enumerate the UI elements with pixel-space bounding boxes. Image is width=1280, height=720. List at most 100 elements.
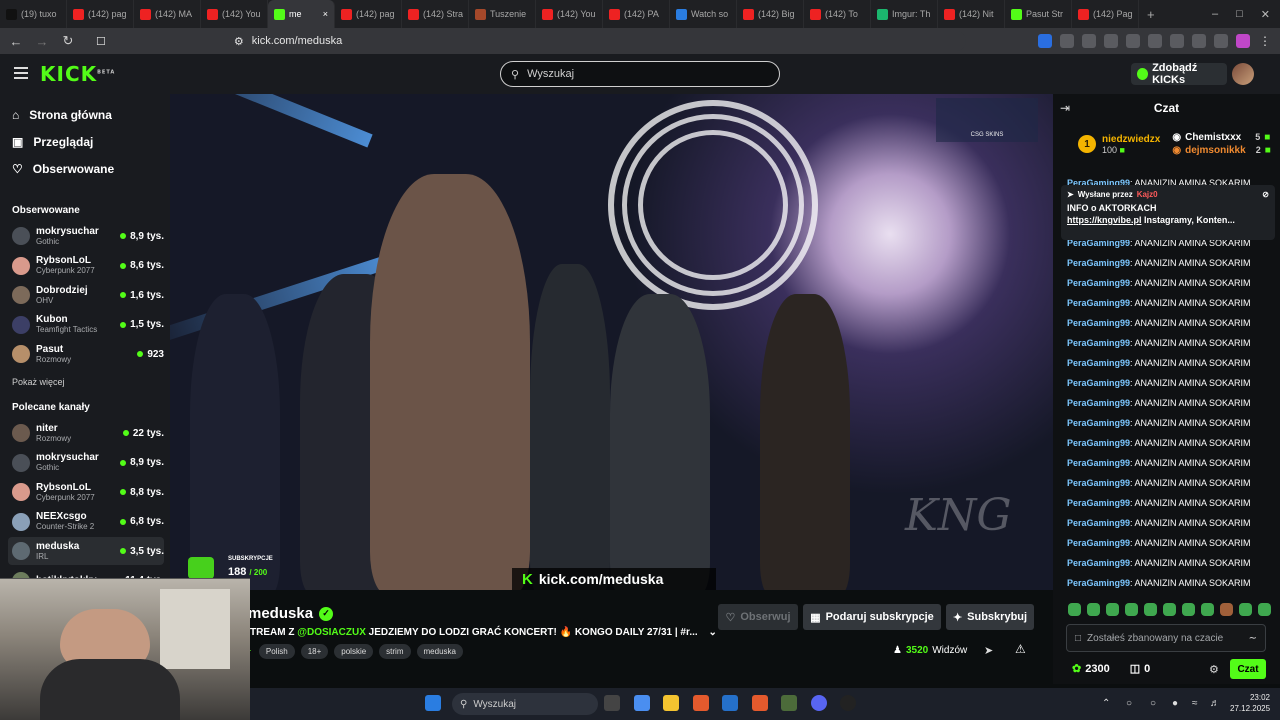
sidebar-channel[interactable]: Dobrodziej OHV 1,6 tys. — [8, 281, 164, 309]
report-icon[interactable]: ⚠ — [1015, 642, 1026, 656]
tag[interactable]: meduska — [416, 644, 463, 659]
extension-icon[interactable] — [1236, 34, 1250, 48]
emote-icon[interactable] — [1220, 603, 1233, 616]
wifi-icon[interactable]: ≈ — [1192, 698, 1198, 709]
forward-icon[interactable]: → — [34, 34, 50, 49]
mic-icon[interactable]: ● — [1172, 698, 1178, 709]
sidebar-channel[interactable]: mokrysuchar Gothic 8,9 tys. — [8, 449, 164, 477]
pinned-message[interactable]: ➤ Wysłane przez Kajz0 ⊘ INFO o AKTORKACH… — [1061, 185, 1275, 240]
emote-icon[interactable] — [1106, 603, 1119, 616]
tag[interactable]: strim — [379, 644, 411, 659]
sidebar-channel[interactable]: Kubon Teamfight Tactics 1,5 tys. — [8, 311, 164, 339]
kick-logo[interactable]: KICKBETA — [40, 62, 115, 86]
show-more-link[interactable]: Pokaż więcej — [12, 377, 65, 387]
chat-username[interactable]: PeraGaming99 — [1067, 398, 1130, 408]
extension-icon[interactable] — [1060, 34, 1074, 48]
chat-username[interactable]: PeraGaming99 — [1067, 298, 1130, 308]
emote-icon[interactable] — [1068, 603, 1081, 616]
app-icon[interactable] — [781, 695, 797, 711]
emote-icon[interactable] — [1201, 603, 1214, 616]
tray-icon[interactable]: ○ — [1150, 698, 1156, 709]
browser-tab[interactable]: Imgur: Th — [871, 0, 938, 28]
chat-username[interactable]: PeraGaming99 — [1067, 538, 1130, 548]
extension-icon[interactable] — [1038, 34, 1052, 48]
nav-home[interactable]: ⌂ Strona główna — [12, 108, 112, 122]
nav-browse[interactable]: ▣ Przeglądaj — [12, 135, 93, 149]
browser-tab[interactable]: Tuszenie — [469, 0, 536, 28]
taskbar-search[interactable]: ⚲ Wyszukaj — [452, 693, 598, 715]
sidebar-channel[interactable]: niter Rozmowy 22 tys. — [8, 419, 164, 447]
browser-tab[interactable]: (19) tuxo — [0, 0, 67, 28]
translate-icon[interactable]: ∼ — [1249, 633, 1257, 644]
sidebar-channel[interactable]: meduska IRL 3,5 tys. — [8, 537, 164, 565]
channel-points[interactable]: 2300 — [1085, 663, 1109, 675]
browser-tab[interactable]: (142) Big — [737, 0, 804, 28]
chat-username[interactable]: PeraGaming99 — [1067, 578, 1130, 588]
volume-icon[interactable]: ♬ — [1210, 698, 1220, 709]
gear-icon[interactable]: ⚙ — [1209, 663, 1219, 676]
browser-tab[interactable]: (142) pag — [335, 0, 402, 28]
brave-icon[interactable] — [693, 695, 709, 711]
browser-tab[interactable]: me × — [268, 0, 335, 28]
emote-icon[interactable] — [1163, 603, 1176, 616]
url-text[interactable]: kick.com/meduska — [252, 35, 342, 47]
extension-icon[interactable] — [1082, 34, 1096, 48]
app-icon[interactable] — [722, 695, 738, 711]
nav-following[interactable]: ♡ Obserwowane — [12, 162, 114, 176]
reload-icon[interactable]: ↻ — [60, 33, 76, 49]
app-icon[interactable] — [634, 695, 650, 711]
close-icon[interactable]: ✕ — [1261, 8, 1270, 21]
emote-icon[interactable] — [1144, 603, 1157, 616]
search-input[interactable]: ⚲ Wyszukaj — [500, 61, 780, 87]
browser-menu-icon[interactable]: ⋮ — [1258, 34, 1272, 48]
menu-icon[interactable] — [14, 67, 28, 79]
get-kicks-button[interactable]: Zdobądź KICKs — [1131, 62, 1227, 86]
emote-icon[interactable] — [1239, 603, 1252, 616]
chat-username[interactable]: PeraGaming99 — [1067, 498, 1130, 508]
brave-icon[interactable] — [752, 695, 768, 711]
windows-start-icon[interactable] — [425, 695, 441, 711]
chat-username[interactable]: PeraGaming99 — [1067, 318, 1130, 328]
extension-icon[interactable] — [1214, 34, 1228, 48]
browser-tab[interactable]: (142) Stra — [402, 0, 469, 28]
site-info-icon[interactable]: ⚙ — [234, 35, 244, 48]
send-chat-button[interactable]: Czat — [1230, 659, 1266, 679]
chat-username[interactable]: PeraGaming99 — [1067, 378, 1130, 388]
chat-input[interactable]: □ Zostałeś zbanowany na czacie ∼ — [1066, 624, 1266, 652]
streamer-name[interactable]: meduska ✓ — [248, 605, 334, 622]
extension-icon[interactable] — [1148, 34, 1162, 48]
browser-tab[interactable]: (142) To — [804, 0, 871, 28]
chat-username[interactable]: PeraGaming99 — [1067, 438, 1130, 448]
sidebar-channel[interactable]: Pasut Rozmowy 923 — [8, 340, 164, 368]
bookmark-icon[interactable]: ☐ — [96, 35, 106, 48]
address-bar[interactable]: ☐ ⚙ kick.com/meduska — [96, 31, 966, 51]
browser-tab[interactable]: Watch so — [670, 0, 737, 28]
new-tab-button[interactable]: + — [1139, 7, 1163, 22]
extension-icon[interactable] — [1192, 34, 1206, 48]
close-tab-icon[interactable]: × — [323, 9, 328, 19]
emote-icon[interactable] — [1125, 603, 1138, 616]
emote-icon[interactable] — [1087, 603, 1100, 616]
browser-tab[interactable]: (142) Pag — [1072, 0, 1139, 28]
subscribe-button[interactable]: ✦ Subskrybuj — [946, 604, 1034, 630]
pinned-author[interactable]: Kajz0 — [1137, 190, 1158, 199]
browser-tab[interactable]: (142) MA — [134, 0, 201, 28]
minimize-icon[interactable]: – — [1212, 8, 1218, 21]
chat-username[interactable]: PeraGaming99 — [1067, 358, 1130, 368]
extension-icon[interactable] — [1104, 34, 1118, 48]
folder-icon[interactable] — [663, 695, 679, 711]
leader-name[interactable]: dejmsonikkk — [1185, 145, 1246, 156]
browser-tab[interactable]: Pasut Str — [1005, 0, 1072, 28]
share-icon[interactable]: ➤ — [984, 644, 993, 657]
tag[interactable]: Polish — [258, 644, 295, 659]
gift-subs-button[interactable]: ▦ Podaruj subskrypcje — [803, 604, 941, 630]
browser-tab[interactable]: (142) Nit — [938, 0, 1005, 28]
browser-tab[interactable]: (142) pag — [67, 0, 134, 28]
discord-icon[interactable] — [811, 695, 827, 711]
chat-username[interactable]: PeraGaming99 — [1067, 418, 1130, 428]
emote-icon[interactable] — [1182, 603, 1195, 616]
leader-name[interactable]: niedzwiedzx — [1102, 134, 1160, 145]
title-mention[interactable]: @DOSIACZUX — [297, 627, 366, 638]
hide-icon[interactable]: ⊘ — [1262, 190, 1269, 199]
browser-tab[interactable]: (142) You — [201, 0, 268, 28]
